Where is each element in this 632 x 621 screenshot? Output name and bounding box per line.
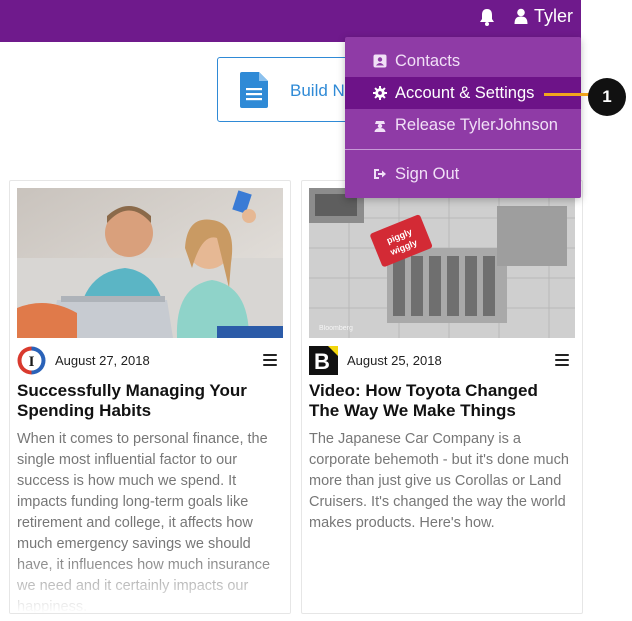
source-logo-letter: B (314, 349, 330, 374)
hamburger-menu-icon[interactable] (555, 354, 569, 366)
document-icon (240, 72, 268, 108)
menu-item-sign-out[interactable]: Sign Out (345, 158, 581, 190)
menu-item-release[interactable]: Release TylerJohnson (345, 109, 581, 141)
menu-item-label: Release TylerJohnson (395, 115, 558, 134)
menu-item-label: Account & Settings (395, 83, 535, 102)
user-menu-toggle[interactable]: Tyler (514, 4, 573, 28)
user-secret-icon (373, 118, 387, 132)
callout-number-badge: 1 (588, 78, 626, 116)
address-book-icon (373, 54, 387, 68)
svg-text:Bloomberg: Bloomberg (319, 325, 353, 332)
excerpt-fade (10, 553, 290, 613)
menu-item-label: Contacts (395, 51, 461, 70)
source-logo-letter: I (29, 354, 35, 370)
user-icon (514, 8, 528, 24)
article-date: August 25, 2018 (347, 353, 442, 368)
gear-icon (373, 86, 387, 100)
article-meta: I August 27, 2018 (17, 346, 283, 376)
article-card[interactable]: I August 27, 2018 Successfully Managing … (9, 180, 291, 614)
article-image[interactable]: piggly wiggly Bloomberg (309, 188, 575, 338)
article-meta: B August 25, 2018 (309, 346, 575, 376)
bell-icon[interactable] (476, 6, 498, 28)
menu-item-label: Sign Out (395, 164, 460, 183)
sign-out-icon (373, 167, 387, 181)
article-card[interactable]: piggly wiggly Bloomberg B August 25, 201… (301, 180, 583, 614)
account-dropdown-menu: Contacts Account & Settings Release Tyle… (345, 37, 581, 198)
top-nav-bar: Tyler (0, 0, 581, 42)
menu-item-contacts[interactable]: Contacts (345, 45, 581, 77)
source-logo[interactable]: B (309, 346, 338, 375)
article-image[interactable] (17, 188, 283, 338)
callout-line (544, 93, 590, 96)
hamburger-menu-icon[interactable] (263, 354, 277, 366)
article-title[interactable]: Video: How Toyota Changed The Way We Mak… (309, 381, 571, 421)
user-name: Tyler (534, 5, 574, 26)
menu-divider (345, 149, 581, 150)
source-logo[interactable]: I (17, 346, 46, 375)
article-date: August 27, 2018 (55, 353, 150, 368)
article-title[interactable]: Successfully Managing Your Spending Habi… (17, 381, 279, 421)
article-excerpt: The Japanese Car Company is a corporate … (309, 431, 569, 531)
